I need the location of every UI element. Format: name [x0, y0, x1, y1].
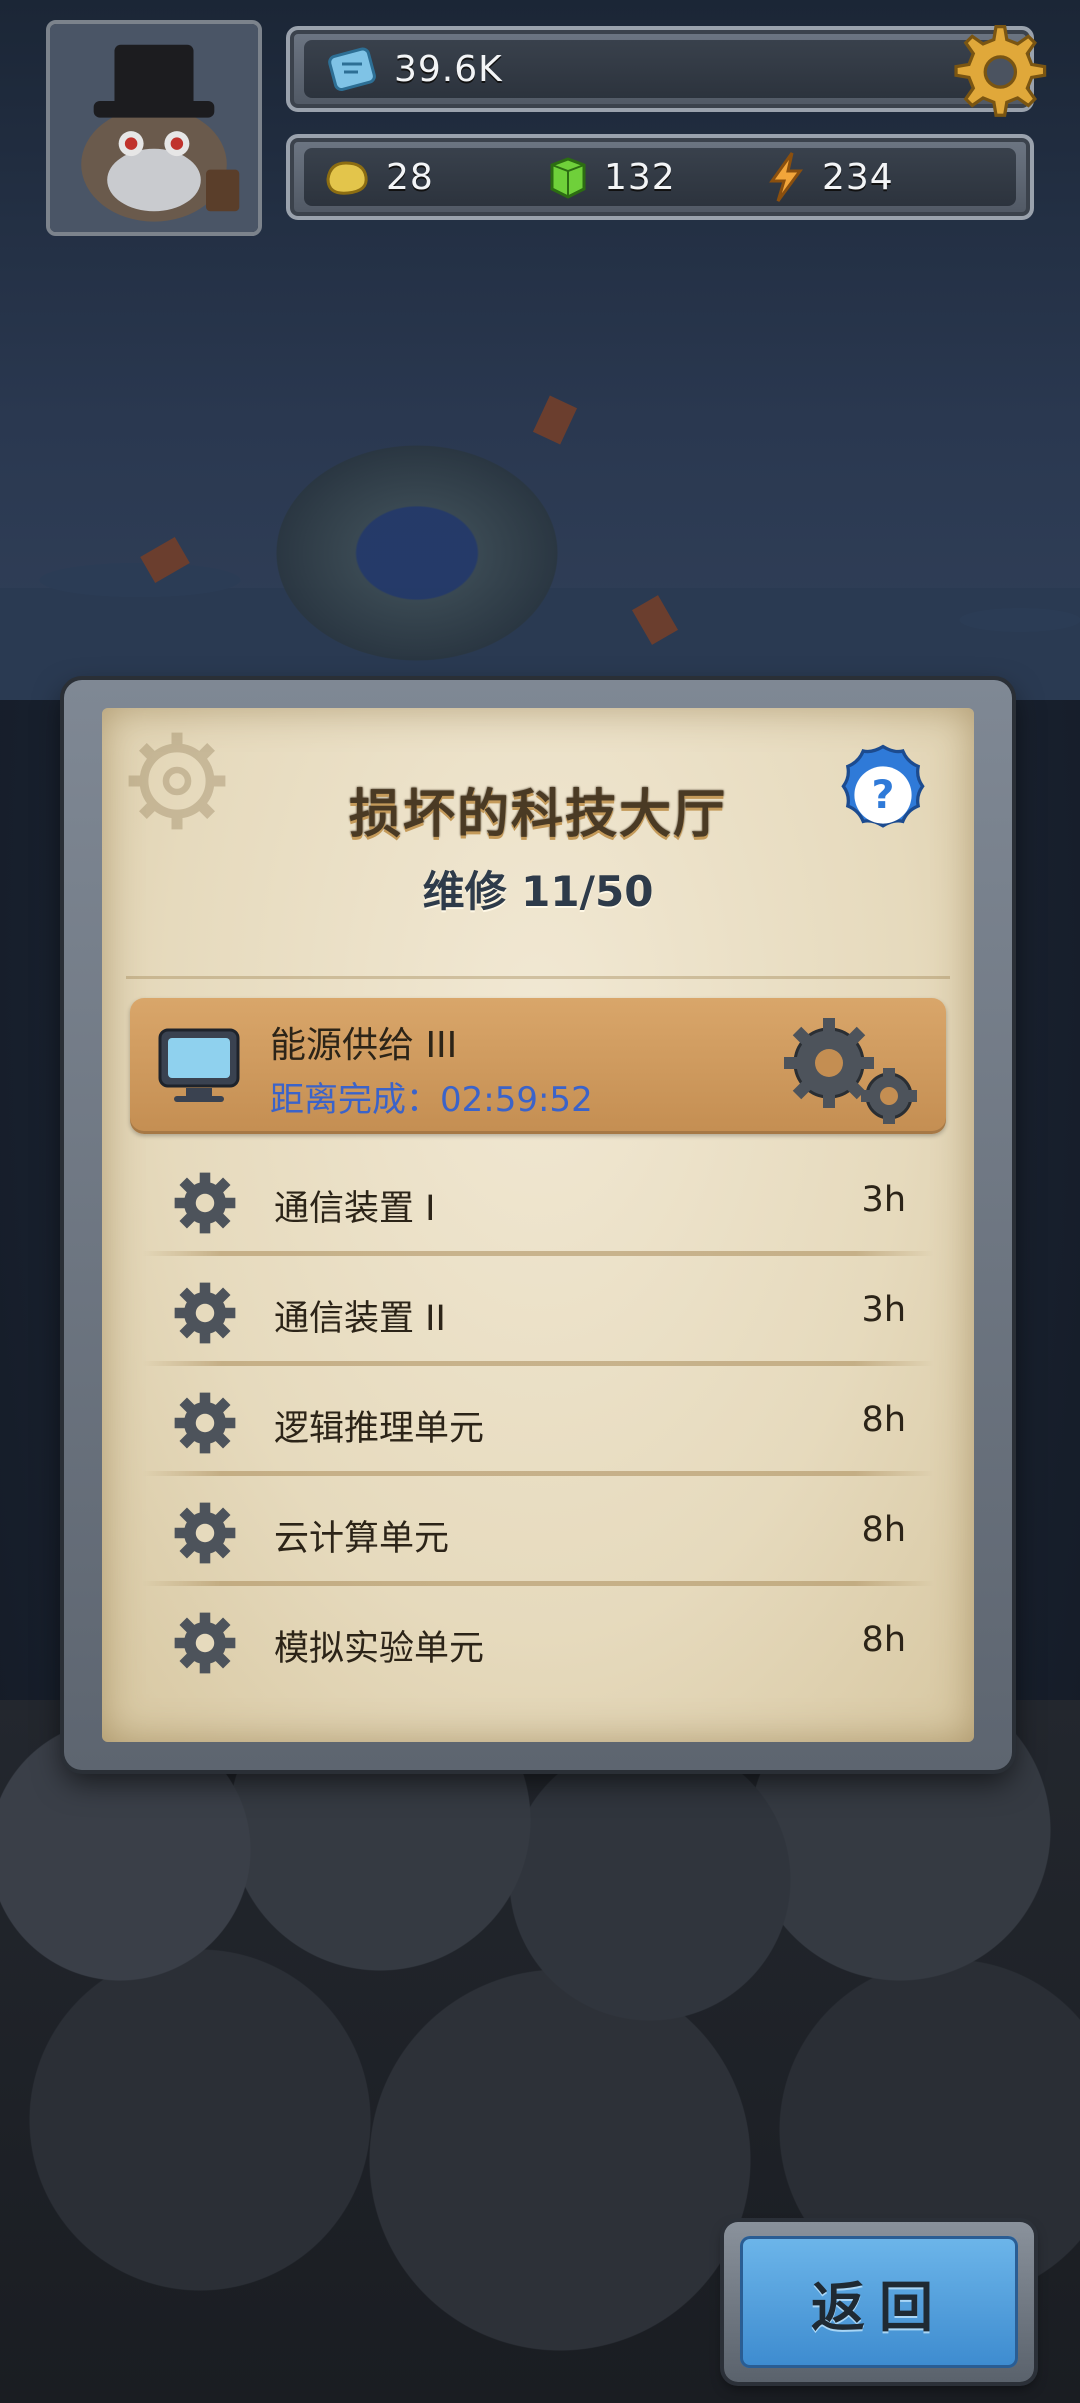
gear-icon	[174, 1172, 236, 1234]
task-name: 通信装置 II	[274, 1299, 446, 1339]
divider	[126, 976, 950, 979]
repair-progress: 维修 11/50	[422, 867, 654, 916]
gem-counter: 132	[544, 148, 676, 206]
task-row[interactable]: 模拟实验单元 8h	[142, 1596, 934, 1688]
task-name: 通信装置 I	[274, 1189, 436, 1229]
task-duration: 8h	[861, 1620, 906, 1660]
player-avatar[interactable]	[46, 20, 262, 236]
resources-bar: 28 132 234	[286, 134, 1034, 220]
gear-icon	[174, 1612, 236, 1674]
task-duration: 8h	[861, 1400, 906, 1440]
row-divider	[142, 1471, 934, 1476]
settings-gear-icon[interactable]	[942, 18, 1050, 126]
working-gears-icon	[784, 1018, 917, 1124]
task-row[interactable]: 逻辑推理单元 8h	[142, 1376, 934, 1476]
gear-icon	[174, 1392, 236, 1454]
active-task-card[interactable]: 能源供给 III 距离完成：02:59:52	[130, 998, 946, 1134]
task-row[interactable]: 通信装置 I 3h	[142, 1156, 934, 1256]
gear-icon	[174, 1502, 236, 1564]
energy-amount: 234	[822, 156, 894, 198]
panel-paper: ? 损坏的科技大厅 维修 11/50 能源供给 III 距离完成：02:59:5…	[102, 708, 974, 1742]
background-debris	[532, 395, 578, 445]
row-divider	[142, 1251, 934, 1256]
energy-icon	[769, 152, 803, 202]
gem-icon	[550, 157, 586, 199]
task-name: 逻辑推理单元	[274, 1409, 485, 1449]
active-task-timer: 距离完成：02:59:52	[270, 1080, 593, 1120]
back-button-label: 返回	[811, 2275, 947, 2339]
task-duration: 3h	[861, 1290, 906, 1330]
active-task-name: 能源供给 III	[270, 1025, 458, 1066]
panel-title: 损坏的科技大厅	[348, 785, 727, 845]
background-ruined-dome	[230, 410, 570, 670]
gold-amount: 28	[386, 156, 434, 198]
gold-counter: 28	[322, 148, 434, 206]
repair-panel: ? 损坏的科技大厅 维修 11/50 能源供给 III 距离完成：02:59:5…	[64, 680, 1012, 1770]
task-duration: 3h	[861, 1180, 906, 1220]
monitor-icon	[158, 1028, 240, 1102]
row-divider	[142, 1361, 934, 1366]
crystal-icon	[328, 47, 376, 92]
crystal-currency-bar: 39.6K	[286, 25, 1047, 117]
row-divider	[142, 1581, 934, 1586]
crystal-counter: 39.6K	[326, 40, 503, 98]
background-debris	[140, 537, 190, 583]
energy-counter: 234	[764, 148, 894, 206]
gem-amount: 132	[604, 156, 676, 198]
gold-icon	[326, 161, 368, 195]
back-button-face: 返回	[740, 2236, 1018, 2368]
task-row[interactable]: 通信装置 II 3h	[142, 1266, 934, 1366]
gear-icon	[174, 1282, 236, 1344]
task-name: 云计算单元	[274, 1519, 450, 1559]
task-name: 模拟实验单元	[274, 1629, 485, 1669]
avatar-character-icon	[50, 24, 258, 232]
task-row[interactable]: 云计算单元 8h	[142, 1486, 934, 1586]
task-duration: 8h	[861, 1510, 906, 1550]
back-button[interactable]: 返回	[724, 2222, 1034, 2382]
background-debris	[632, 595, 678, 645]
crystal-amount: 39.6K	[394, 48, 503, 90]
